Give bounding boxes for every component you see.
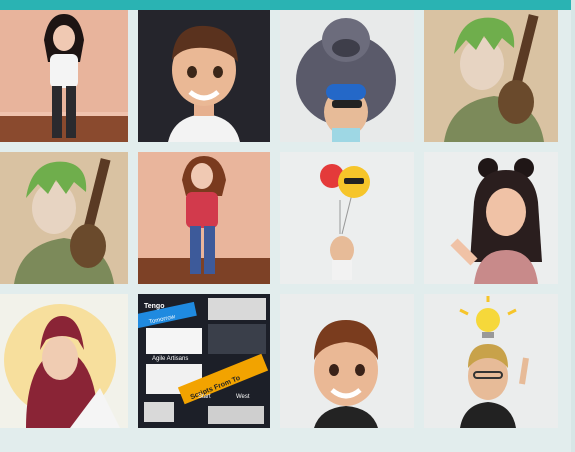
avatar-tile[interactable] [138, 10, 270, 142]
avatar-tile[interactable] [424, 152, 558, 284]
avatar-tile[interactable] [138, 152, 270, 284]
scrollbar-edge [571, 0, 575, 452]
anime-guitar-image-2 [0, 152, 128, 284]
collage-text-5: Start [198, 394, 211, 400]
collage-text-1: Tengo [144, 303, 164, 310]
screenshot-collage-tile[interactable]: Tengo Tomorrow Agile Artisans Scripts Fr… [138, 294, 270, 428]
woman-white-top-image [0, 10, 128, 142]
gorilla-and-man-image [280, 10, 414, 142]
screenshot-collage-image: Tengo Tomorrow Agile Artisans Scripts Fr… [138, 294, 270, 428]
lightbulb-idea-image [424, 294, 558, 428]
top-accent-bar [0, 0, 575, 10]
woman-buns-waving-image [424, 152, 558, 284]
collage-text-6: West [236, 394, 250, 400]
avatar-tile[interactable] [0, 10, 128, 142]
avatar-tile[interactable] [424, 10, 558, 142]
avatar-tile[interactable] [280, 294, 414, 428]
woman-red-top-image [138, 152, 270, 284]
avatar-tile[interactable] [280, 10, 414, 142]
avatar-tile[interactable] [0, 152, 128, 284]
avatar-tile[interactable] [0, 294, 128, 428]
avatar-tile[interactable] [280, 152, 414, 284]
avatar-tile[interactable] [424, 294, 558, 428]
balloons-100-emoji-image [280, 152, 414, 284]
hijab-woman-image [0, 294, 128, 428]
boy-smiling-image [280, 294, 414, 428]
collage-text-3: Agile Artisans [152, 356, 188, 362]
man-dark-bg-image [138, 10, 270, 142]
anime-guitar-image-1 [424, 10, 558, 142]
